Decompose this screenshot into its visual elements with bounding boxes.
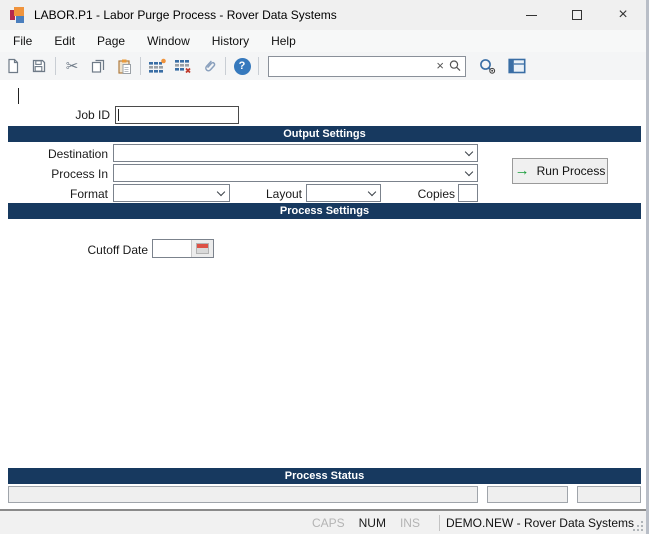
cut-icon: ✂ <box>66 57 79 75</box>
app-window: LABOR.P1 - Labor Purge Process - Rover D… <box>0 0 649 534</box>
toolbar-separator <box>225 57 226 75</box>
chevron-down-icon <box>368 187 376 195</box>
chevron-down-icon <box>465 147 473 155</box>
process-status-time-field <box>577 486 641 503</box>
toolbar-separator <box>140 57 141 75</box>
run-arrow-icon: → <box>515 164 530 178</box>
cut-button[interactable]: ✂ <box>59 54 85 78</box>
session-name: DEMO.NEW - Rover Data Systems <box>446 516 634 530</box>
section-header-output-settings: Output Settings <box>8 126 641 142</box>
delete-row-button[interactable] <box>170 54 196 78</box>
run-process-label: Run Process <box>537 164 606 178</box>
minimize-icon <box>526 15 537 16</box>
section-header-process-status: Process Status <box>8 468 641 484</box>
close-button[interactable]: × <box>600 0 646 30</box>
run-process-button[interactable]: → Run Process <box>512 158 608 184</box>
status-bar-divider <box>439 515 440 531</box>
insert-row-button[interactable] <box>144 54 170 78</box>
maximize-button[interactable] <box>554 0 600 30</box>
clear-search-icon[interactable]: × <box>436 58 444 74</box>
search-box: × <box>268 56 466 77</box>
menu-page[interactable]: Page <box>86 31 136 51</box>
copies-input[interactable] <box>458 184 478 202</box>
process-status-count-field <box>487 486 568 503</box>
format-select[interactable] <box>113 184 230 202</box>
new-document-button[interactable] <box>0 54 26 78</box>
paperclip-icon <box>201 58 218 75</box>
close-icon: × <box>618 7 627 23</box>
toolbar-separator <box>55 57 56 75</box>
section-header-process-settings: Process Settings <box>8 203 641 219</box>
search-icon[interactable] <box>448 59 462 73</box>
toolbar: ✂ ? <box>0 52 646 80</box>
copies-label: Copies <box>385 187 455 201</box>
insert-mode-indicator: INS <box>393 516 427 530</box>
process-in-select[interactable] <box>113 164 478 182</box>
menu-edit[interactable]: Edit <box>43 31 86 51</box>
menu-bar: File Edit Page Window History Help <box>0 30 646 52</box>
minimize-button[interactable] <box>508 0 554 30</box>
format-label: Format <box>0 187 108 201</box>
app-logo-icon <box>10 7 27 23</box>
paste-icon <box>116 58 133 75</box>
maximize-icon <box>572 10 582 20</box>
job-id-input[interactable] <box>115 106 239 124</box>
resize-grip[interactable] <box>632 520 644 532</box>
form-area: Job ID Output Settings Destination Proce… <box>0 80 646 509</box>
caps-lock-indicator: CAPS <box>305 516 352 530</box>
cutoff-date-field[interactable] <box>152 239 214 258</box>
menu-window[interactable]: Window <box>136 31 201 51</box>
layout-view-button[interactable] <box>504 54 530 78</box>
layout-panel-icon <box>508 58 526 74</box>
text-caret <box>118 109 119 121</box>
process-in-label: Process In <box>0 167 108 181</box>
menu-history[interactable]: History <box>201 31 260 51</box>
save-icon <box>31 58 47 74</box>
calendar-picker-button[interactable] <box>191 240 213 257</box>
process-status-message-field <box>8 486 478 503</box>
menu-file[interactable]: File <box>2 31 43 51</box>
destination-label: Destination <box>0 147 108 161</box>
i-beam-cursor <box>18 88 19 104</box>
layout-select[interactable] <box>306 184 381 202</box>
delete-row-icon <box>174 58 192 74</box>
copy-icon <box>90 58 106 74</box>
destination-select[interactable] <box>113 144 478 162</box>
attachment-button[interactable] <box>196 54 222 78</box>
layout-label: Layout <box>236 187 302 201</box>
find-records-button[interactable] <box>474 54 500 78</box>
insert-row-icon <box>148 58 166 74</box>
calendar-icon <box>196 243 209 254</box>
title-bar: LABOR.P1 - Labor Purge Process - Rover D… <box>0 0 646 30</box>
window-controls: × <box>508 0 646 30</box>
logo-orange-square <box>14 7 24 16</box>
new-document-icon <box>5 58 21 74</box>
chevron-down-icon <box>217 187 225 195</box>
paste-button[interactable] <box>111 54 137 78</box>
chevron-down-icon <box>465 167 473 175</box>
window-title: LABOR.P1 - Labor Purge Process - Rover D… <box>34 8 337 22</box>
cutoff-date-value <box>153 240 191 257</box>
cutoff-date-label: Cutoff Date <box>0 243 148 257</box>
logo-blue-square <box>16 16 24 23</box>
num-lock-indicator: NUM <box>352 516 393 530</box>
help-button[interactable]: ? <box>229 54 255 78</box>
help-icon: ? <box>234 58 251 75</box>
menu-help[interactable]: Help <box>260 31 307 51</box>
status-bar: CAPS NUM INS DEMO.NEW - Rover Data Syste… <box>0 509 646 534</box>
job-id-label: Job ID <box>0 108 110 122</box>
save-button[interactable] <box>26 54 52 78</box>
find-view-icon <box>478 58 497 75</box>
toolbar-separator <box>258 57 259 75</box>
copy-button[interactable] <box>85 54 111 78</box>
